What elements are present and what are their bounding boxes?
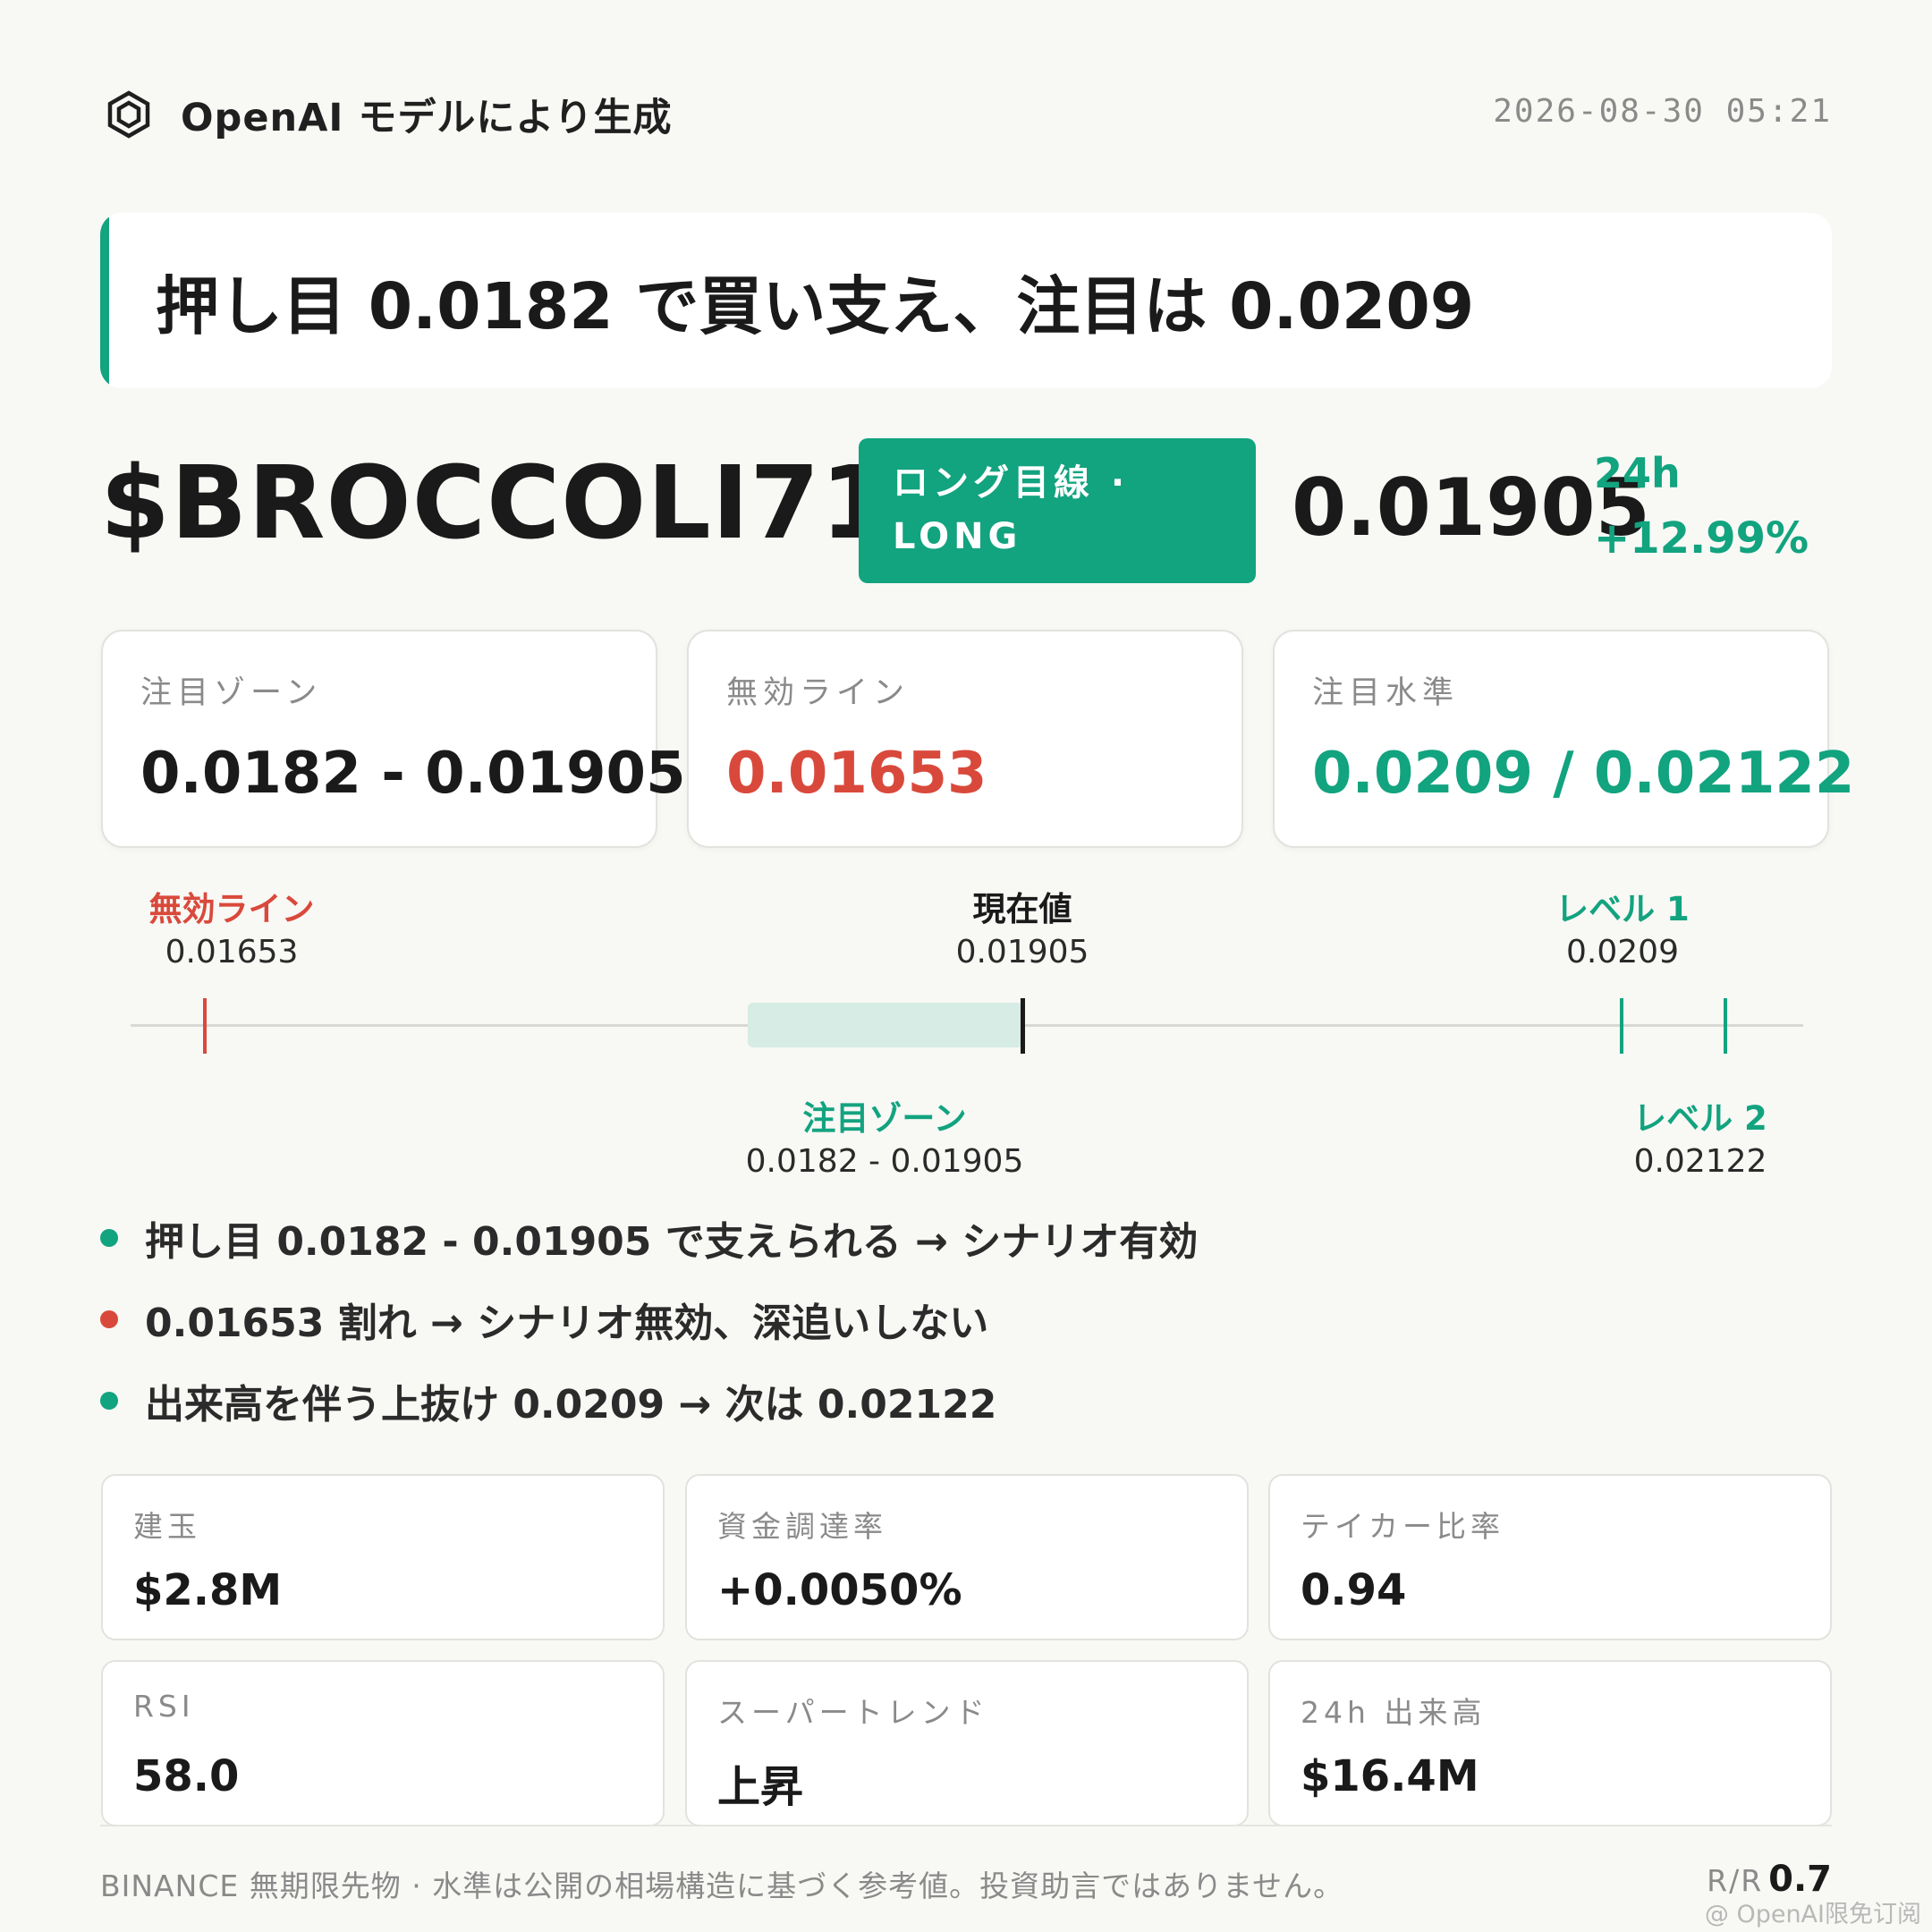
stat-value: 0.94 xyxy=(1301,1565,1407,1615)
target1-marker-label: レベル 1 xyxy=(1555,890,1690,928)
invalid-marker-label: 無効ライン xyxy=(148,890,315,928)
level-card-invalidation: 無効ライン 0.01653 xyxy=(687,630,1243,848)
rr-label: R/R xyxy=(1707,1863,1764,1898)
stat-value: 58.0 xyxy=(133,1751,240,1801)
stat-value: $2.8M xyxy=(133,1565,283,1615)
zone-marker-value: 0.0182 - 0.01905 xyxy=(745,1143,1024,1180)
list-item: 押し目 0.0182 - 0.01905 で支えられる → シナリオ有効 xyxy=(100,1209,1198,1267)
stat-label: スーパートレンド xyxy=(717,1695,989,1730)
footer-divider xyxy=(100,1825,1832,1826)
stat-label: 建玉 xyxy=(133,1509,201,1544)
invalid-tick xyxy=(203,998,207,1054)
stat-value: $16.4M xyxy=(1301,1751,1479,1801)
stat-rsi: RSI 58.0 xyxy=(101,1660,665,1826)
level-card-value: 0.01653 xyxy=(726,741,987,807)
openai-logo-icon xyxy=(102,88,156,141)
side-badge-line2: LONG xyxy=(893,516,1022,557)
price-ladder: 無効ライン 0.01653 現在値 0.01905 レベル 1 0.0209 注… xyxy=(0,868,1932,1199)
bullet-dot xyxy=(100,1310,118,1328)
list-item: 出来高を伴う上抜け 0.0209 → 次は 0.02122 xyxy=(100,1372,996,1429)
stat-24h-volume: 24h 出来高 $16.4M xyxy=(1268,1660,1832,1826)
stat-label: RSI xyxy=(133,1689,195,1724)
level-card-targets: 注目水準 0.0209 / 0.02122 xyxy=(1273,630,1854,848)
side-badge-line1: ロング目線 · xyxy=(893,462,1130,504)
change-period-label: 24h xyxy=(1594,449,1681,497)
brand: OpenAI モデルにより生成 xyxy=(102,86,673,143)
headline-accent-bar xyxy=(100,213,109,388)
current-marker-value: 0.01905 xyxy=(955,934,1089,970)
bullet-text: 出来高を伴う上抜け 0.0209 → 次は 0.02122 xyxy=(145,1382,997,1428)
ladder-zone-band xyxy=(748,1003,1023,1047)
target2-tick xyxy=(1724,998,1727,1054)
invalid-marker-value: 0.01653 xyxy=(165,934,299,970)
stat-label: 24h 出来高 xyxy=(1301,1695,1487,1730)
target2-marker-value: 0.02122 xyxy=(1633,1143,1767,1180)
level-card-zone: 注目ゾーン 0.0182 - 0.01905 xyxy=(101,630,686,848)
level-card-value: 0.0182 - 0.01905 xyxy=(140,741,686,807)
bullet-text: 0.01653 割れ → シナリオ無効、深追いしない xyxy=(145,1301,989,1346)
target2-marker-label: レベル 2 xyxy=(1633,1099,1767,1138)
current-tick xyxy=(1021,998,1025,1054)
bullet-dot xyxy=(100,1229,118,1247)
stat-supertrend: スーパートレンド 上昇 xyxy=(685,1660,1249,1826)
level-card-label: 無効ライン xyxy=(726,675,911,711)
disclaimer: BINANCE 無期限先物 · 水準は公開の相場構造に基づく参考値。投資助言では… xyxy=(100,1868,1344,1903)
level-card-label: 注目ゾーン xyxy=(140,675,323,711)
target1-tick xyxy=(1620,998,1623,1054)
stat-open-interest: 建玉 $2.8M xyxy=(101,1474,665,1640)
target1-marker-value: 0.0209 xyxy=(1566,934,1679,970)
stat-label: 資金調達率 xyxy=(717,1509,887,1544)
timestamp: 2026-08-30 05:21 xyxy=(1493,93,1832,130)
change-value: +12.99% xyxy=(1594,513,1809,564)
current-marker-label: 現在値 xyxy=(972,890,1072,928)
bullet-text: 押し目 0.0182 - 0.01905 で支えられる → シナリオ有効 xyxy=(145,1219,1199,1265)
headline-card: 押し目 0.0182 で買い支え、注目は 0.0209 xyxy=(100,213,1832,388)
header: OpenAI モデルにより生成 2026-08-30 05:21 xyxy=(102,86,1832,143)
bullet-dot xyxy=(100,1392,118,1410)
watermark: @ OpenAI限免订阅 xyxy=(1704,1901,1921,1928)
level-card-value: 0.0209 / 0.02122 xyxy=(1312,741,1855,807)
zone-marker-label: 注目ゾーン xyxy=(802,1099,967,1138)
stat-funding-rate: 資金調達率 +0.0050% xyxy=(685,1474,1249,1640)
list-item: 0.01653 割れ → シナリオ無効、深追いしない xyxy=(100,1291,988,1348)
side-badge: ロング目線 · LONG xyxy=(859,438,1256,583)
ticker-symbol: $BROCCOLI714 xyxy=(100,445,962,562)
stat-taker-ratio: テイカー比率 0.94 xyxy=(1268,1474,1832,1640)
stat-value: +0.0050% xyxy=(717,1565,962,1615)
stat-value: 上昇 xyxy=(717,1762,804,1812)
stat-label: テイカー比率 xyxy=(1301,1509,1504,1544)
headline: 押し目 0.0182 で買い支え、注目は 0.0209 xyxy=(156,269,1475,343)
level-card-label: 注目水準 xyxy=(1312,675,1460,711)
brand-text: OpenAI モデルにより生成 xyxy=(181,96,673,140)
